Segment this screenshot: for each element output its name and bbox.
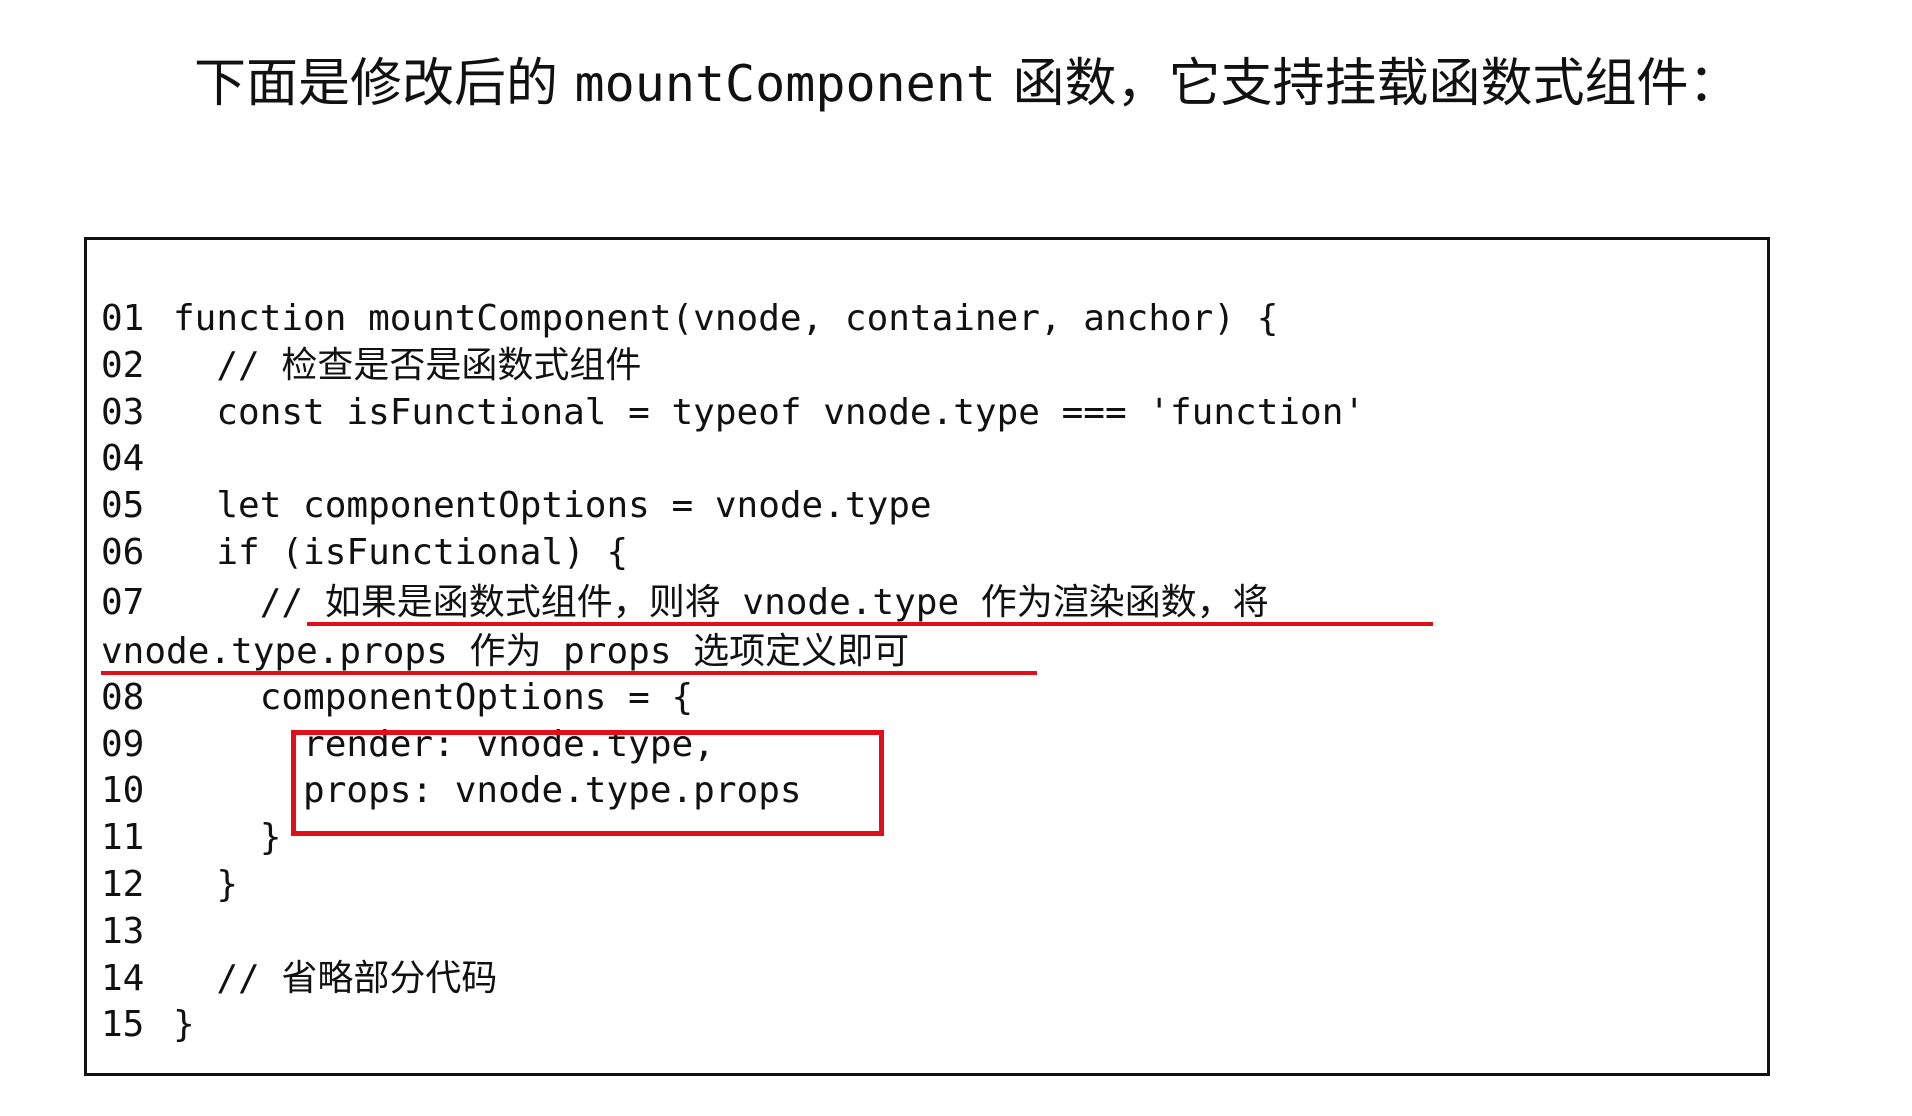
code-line: 02 // 检查是否是函数式组件	[101, 343, 1747, 390]
comment-underline-1	[307, 621, 1433, 626]
code-text: // 检查是否是函数式组件	[173, 344, 642, 386]
line-number: 03	[101, 391, 145, 433]
code-text: function mountComponent(vnode, container…	[173, 298, 1279, 339]
line-number: 01	[101, 298, 145, 339]
line-number: 04	[101, 438, 145, 480]
code-line: 06 if (isFunctional) {	[101, 530, 1747, 577]
intro-paragraph: 下面是修改后的 mountComponent 函数，它支持挂载函数式组件：	[82, 46, 1802, 122]
line-number: 08	[101, 676, 145, 718]
code-line: 15}	[101, 1002, 1747, 1049]
code-text: }	[173, 1004, 195, 1046]
line-number: 11	[101, 817, 145, 859]
highlight-box-render-props	[291, 730, 884, 836]
code-line: 03 const isFunctional = typeof vnode.typ…	[101, 390, 1747, 437]
line-number: 12	[101, 863, 145, 905]
line-number: 10	[101, 770, 145, 812]
code-line: 12 }	[101, 862, 1747, 909]
code-text: if (isFunctional) {	[173, 531, 629, 573]
line-number: 15	[101, 1004, 145, 1046]
code-text: componentOptions = {	[173, 676, 694, 718]
code-text: vnode.type.props 作为 props 选项定义即可	[101, 630, 910, 672]
code-line: 05 let componentOptions = vnode.type	[101, 483, 1747, 530]
code-line: 01 function mountComponent(vnode, contain…	[101, 296, 1747, 343]
code-text: const isFunctional = typeof vnode.type =…	[173, 391, 1366, 433]
line-number: 13	[101, 910, 145, 952]
code-line: 08 componentOptions = {	[101, 675, 1747, 722]
line-number: 02	[101, 344, 145, 386]
code-line-wrapped-comment: vnode.type.props 作为 props 选项定义即可	[101, 629, 1747, 675]
intro-text-start: 下面是修改后的	[194, 54, 575, 114]
code-line: 13	[101, 909, 1747, 956]
code-lines: 01 function mountComponent(vnode, contain…	[101, 296, 1747, 1049]
line-number: 09	[101, 723, 145, 765]
code-block: 01 function mountComponent(vnode, contain…	[84, 237, 1770, 1076]
code-line: 14 // 省略部分代码	[101, 956, 1747, 1003]
code-line: 04	[101, 436, 1747, 483]
code-text: // 如果是函数式组件，则将 vnode.type 作为渲染函数，将	[173, 581, 1269, 623]
code-text: }	[173, 817, 282, 859]
code-text: // 省略部分代码	[173, 957, 498, 999]
code-text: let componentOptions = vnode.type	[173, 485, 932, 527]
line-number: 14	[101, 957, 145, 999]
line-number: 06	[101, 531, 145, 573]
intro-code-word: mountComponent	[574, 55, 996, 113]
code-text: }	[173, 863, 239, 905]
code-line-highlighted-comment: 07 // 如果是函数式组件，则将 vnode.type 作为渲染函数，将	[101, 577, 1747, 629]
line-number: 07	[101, 581, 145, 623]
intro-text-end: 函数，它支持挂载函数式组件：	[995, 54, 1741, 114]
line-number: 05	[101, 485, 145, 527]
